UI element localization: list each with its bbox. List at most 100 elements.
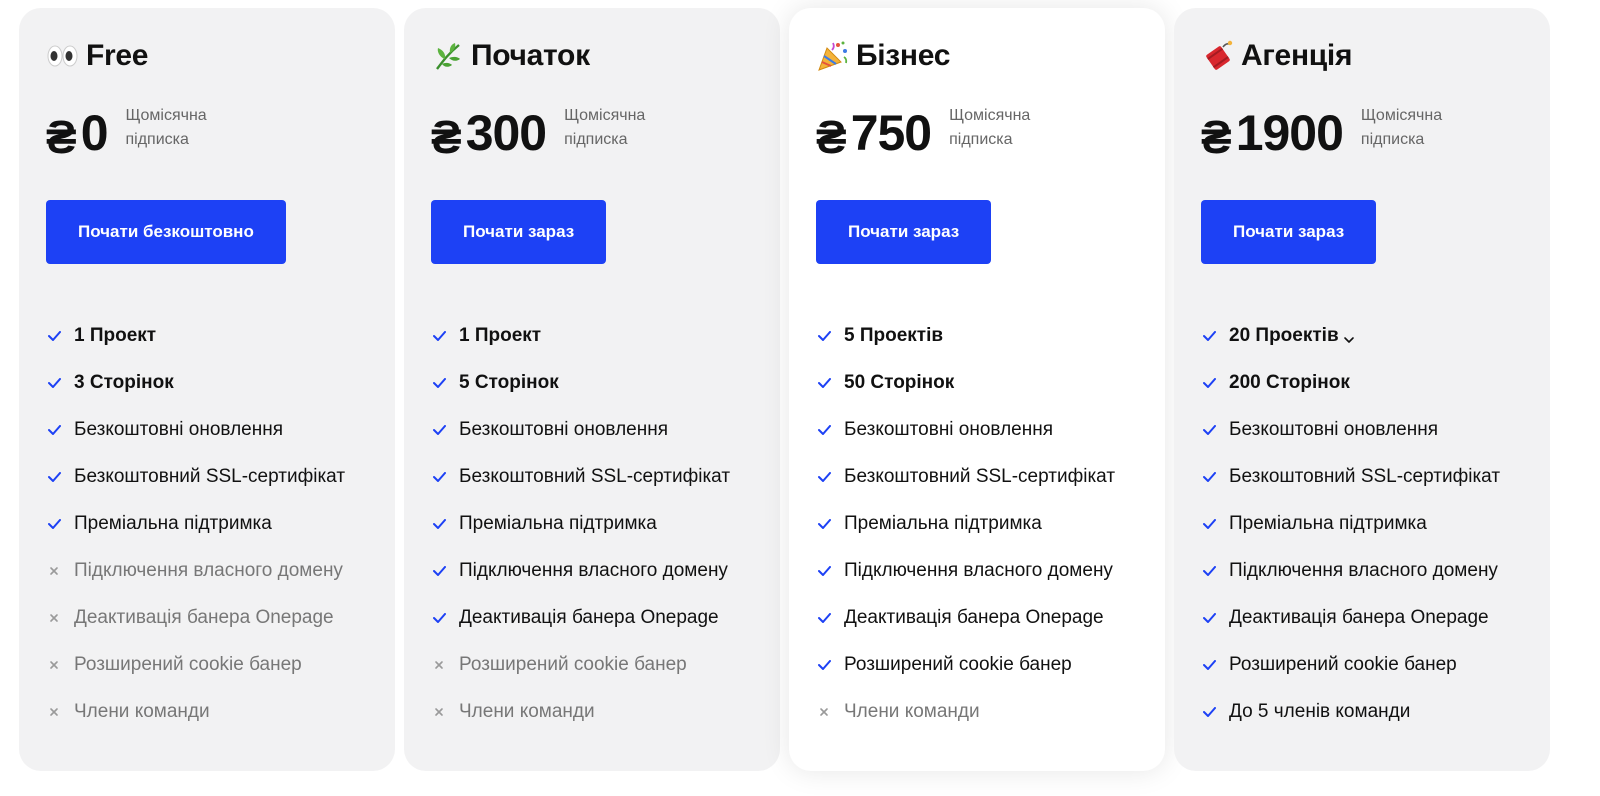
cross-icon — [431, 707, 447, 717]
herb-icon — [431, 39, 465, 73]
feature-item: Безкоштовні оновлення — [1201, 406, 1500, 453]
check-icon — [1201, 471, 1217, 482]
check-icon — [431, 612, 447, 623]
cross-icon — [46, 707, 62, 717]
feature-label: Розширений cookie банер — [74, 653, 302, 675]
plan-header: Агенція — [1201, 36, 1352, 76]
feature-label: 50 Сторінок — [844, 371, 955, 393]
feature-label: Підключення власного домену — [459, 559, 728, 581]
feature-label: Безкоштовний SSL-сертифікат — [1229, 465, 1501, 487]
feature-item: Підключення власного домену — [431, 547, 730, 594]
price-row: ₴ 1900 Щомісячна підписка — [1201, 104, 1471, 163]
feature-label: Члени команди — [74, 700, 210, 722]
check-icon — [431, 330, 447, 341]
feature-label: 5 Проектів — [844, 324, 944, 346]
feature-item: 1 Проект — [431, 312, 730, 359]
feature-item: Преміальна підтримка — [46, 500, 345, 547]
feature-label: Розширений cookie банер — [459, 653, 687, 675]
currency-symbol: ₴ — [1201, 111, 1232, 163]
feature-item: Члени команди — [816, 688, 1115, 735]
check-icon — [816, 565, 832, 576]
feature-item: Безкоштовні оновлення — [816, 406, 1115, 453]
check-icon — [431, 377, 447, 388]
feature-label: Підключення власного домену — [844, 559, 1113, 581]
cross-icon — [431, 660, 447, 670]
check-icon — [46, 330, 62, 341]
feature-label: Члени команди — [844, 700, 980, 722]
feature-item: Деактивація банера Onepage — [1201, 594, 1500, 641]
feature-label: 20 Проектів — [1229, 324, 1339, 346]
plan-header: Free — [46, 36, 148, 76]
plan-header: Бізнес — [816, 36, 950, 76]
feature-item: Безкоштовні оновлення — [46, 406, 345, 453]
feature-label: Безкоштовний SSL-сертифікат — [844, 465, 1116, 487]
feature-item: Розширений cookie банер — [1201, 641, 1500, 688]
check-icon — [46, 471, 62, 482]
feature-label: Розширений cookie банер — [1229, 653, 1457, 675]
plan-card-business: Бізнес ₴ 750 Щомісячна підписка Почати з… — [789, 8, 1165, 771]
feature-item: Преміальна підтримка — [431, 500, 730, 547]
check-icon — [431, 471, 447, 482]
cross-icon — [46, 613, 62, 623]
check-icon — [1201, 330, 1217, 341]
check-icon — [816, 330, 832, 341]
feature-item: Підключення власного домену — [816, 547, 1115, 594]
feature-label: 5 Сторінок — [459, 371, 559, 393]
feature-item: Безкоштовні оновлення — [431, 406, 730, 453]
start-free-button[interactable]: Почати безкоштовно — [46, 200, 286, 264]
check-icon — [1201, 424, 1217, 435]
start-now-button[interactable]: Почати зараз — [431, 200, 607, 264]
billing-period: Щомісячна підписка — [125, 107, 207, 148]
billing-period: Щомісячна підписка — [949, 107, 1031, 148]
feature-item: До 5 членів команди — [1201, 688, 1500, 735]
feature-label: Преміальна підтримка — [1229, 512, 1427, 534]
price-amount: 0 — [80, 105, 109, 161]
feature-label: Безкоштовний SSL-сертифікат — [74, 465, 346, 487]
feature-item: Преміальна підтримка — [1201, 500, 1500, 547]
billing-period: Щомісячна підписка — [1360, 107, 1443, 148]
price-amount: 750 — [850, 105, 932, 161]
feature-label: Деактивація банера Onepage — [844, 606, 1104, 628]
feature-item: 5 Сторінок — [431, 359, 730, 406]
check-icon — [431, 565, 447, 576]
price-amount: 1900 — [1235, 105, 1344, 161]
feature-label: Преміальна підтримка — [459, 512, 657, 534]
feature-item: Розширений cookie банер — [816, 641, 1115, 688]
feature-item: Безкоштовний SSL-сертифікат — [1201, 453, 1500, 500]
price-row: ₴ 300 Щомісячна підписка — [431, 104, 674, 163]
firecracker-icon — [1201, 39, 1235, 73]
plan-card-start: Початок ₴ 300 Щомісячна підписка Почати … — [404, 8, 780, 771]
feature-item: 1 Проект — [46, 312, 345, 359]
price-row: ₴ 0 Щомісячна підписка — [46, 104, 236, 163]
check-icon — [46, 377, 62, 388]
check-icon — [816, 659, 832, 670]
cross-icon — [46, 566, 62, 576]
feature-label: Безкоштовні оновлення — [459, 418, 669, 440]
plan-name: Free — [86, 39, 149, 72]
chevron-down-icon[interactable] — [1343, 330, 1355, 343]
feature-item[interactable]: 20 Проектів — [1201, 312, 1500, 359]
feature-label: Підключення власного домену — [1229, 559, 1498, 581]
start-now-button[interactable]: Почати зараз — [1201, 200, 1377, 264]
check-icon — [1201, 565, 1217, 576]
feature-item: Деактивація банера Onepage — [431, 594, 730, 641]
feature-label: Підключення власного домену — [74, 559, 343, 581]
feature-item: Розширений cookie банер — [46, 641, 345, 688]
billing-period: Щомісячна підписка — [564, 107, 646, 148]
price-amount: 300 — [465, 105, 547, 161]
feature-item: Деактивація банера Onepage — [46, 594, 345, 641]
feature-label: 200 Сторінок — [1229, 371, 1350, 393]
feature-item: 50 Сторінок — [816, 359, 1115, 406]
check-icon — [1201, 659, 1217, 670]
start-now-button[interactable]: Почати зараз — [816, 200, 992, 264]
currency-symbol: ₴ — [431, 111, 462, 163]
feature-label: Члени команди — [459, 700, 595, 722]
feature-item: Підключення власного домену — [1201, 547, 1500, 594]
check-icon — [816, 377, 832, 388]
feature-label: Безкоштовні оновлення — [74, 418, 284, 440]
feature-label: 3 Сторінок — [74, 371, 174, 393]
feature-label: Деактивація банера Onepage — [1229, 606, 1489, 628]
feature-list: 20 Проектів 200 Сторінок Безкоштовні оновл… — [1201, 312, 1500, 735]
plan-name: Початок — [471, 39, 590, 72]
eyes-icon — [46, 39, 80, 73]
